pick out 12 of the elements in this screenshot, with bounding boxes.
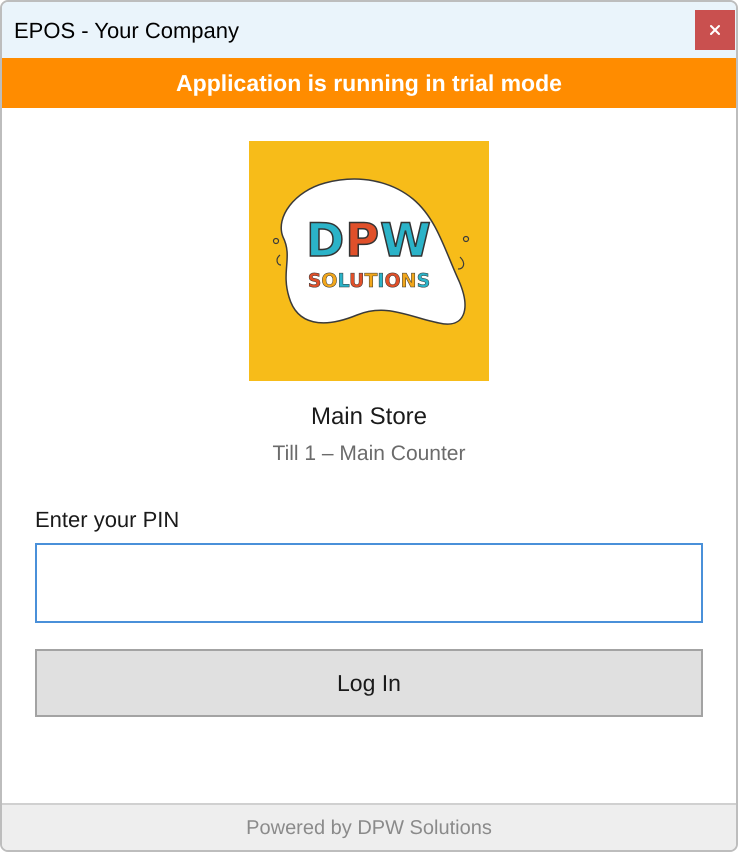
till-name: Till 1 – Main Counter bbox=[272, 441, 466, 467]
store-name: Main Store bbox=[310, 402, 428, 432]
footer-text: Powered by DPW Solutions bbox=[246, 816, 492, 840]
pin-label: Enter your PIN bbox=[35, 506, 180, 534]
trial-banner-text: Application is running in trial mode bbox=[176, 68, 562, 98]
logo-title: DPW bbox=[306, 215, 432, 265]
pin-input-field[interactable] bbox=[35, 543, 703, 623]
login-button[interactable]: Log In bbox=[35, 649, 703, 717]
window-title: EPOS - Your Company bbox=[14, 16, 240, 45]
logo-subtitle: SOLUTIONS bbox=[308, 269, 430, 293]
close-icon bbox=[707, 22, 723, 38]
close-button[interactable] bbox=[695, 10, 735, 50]
